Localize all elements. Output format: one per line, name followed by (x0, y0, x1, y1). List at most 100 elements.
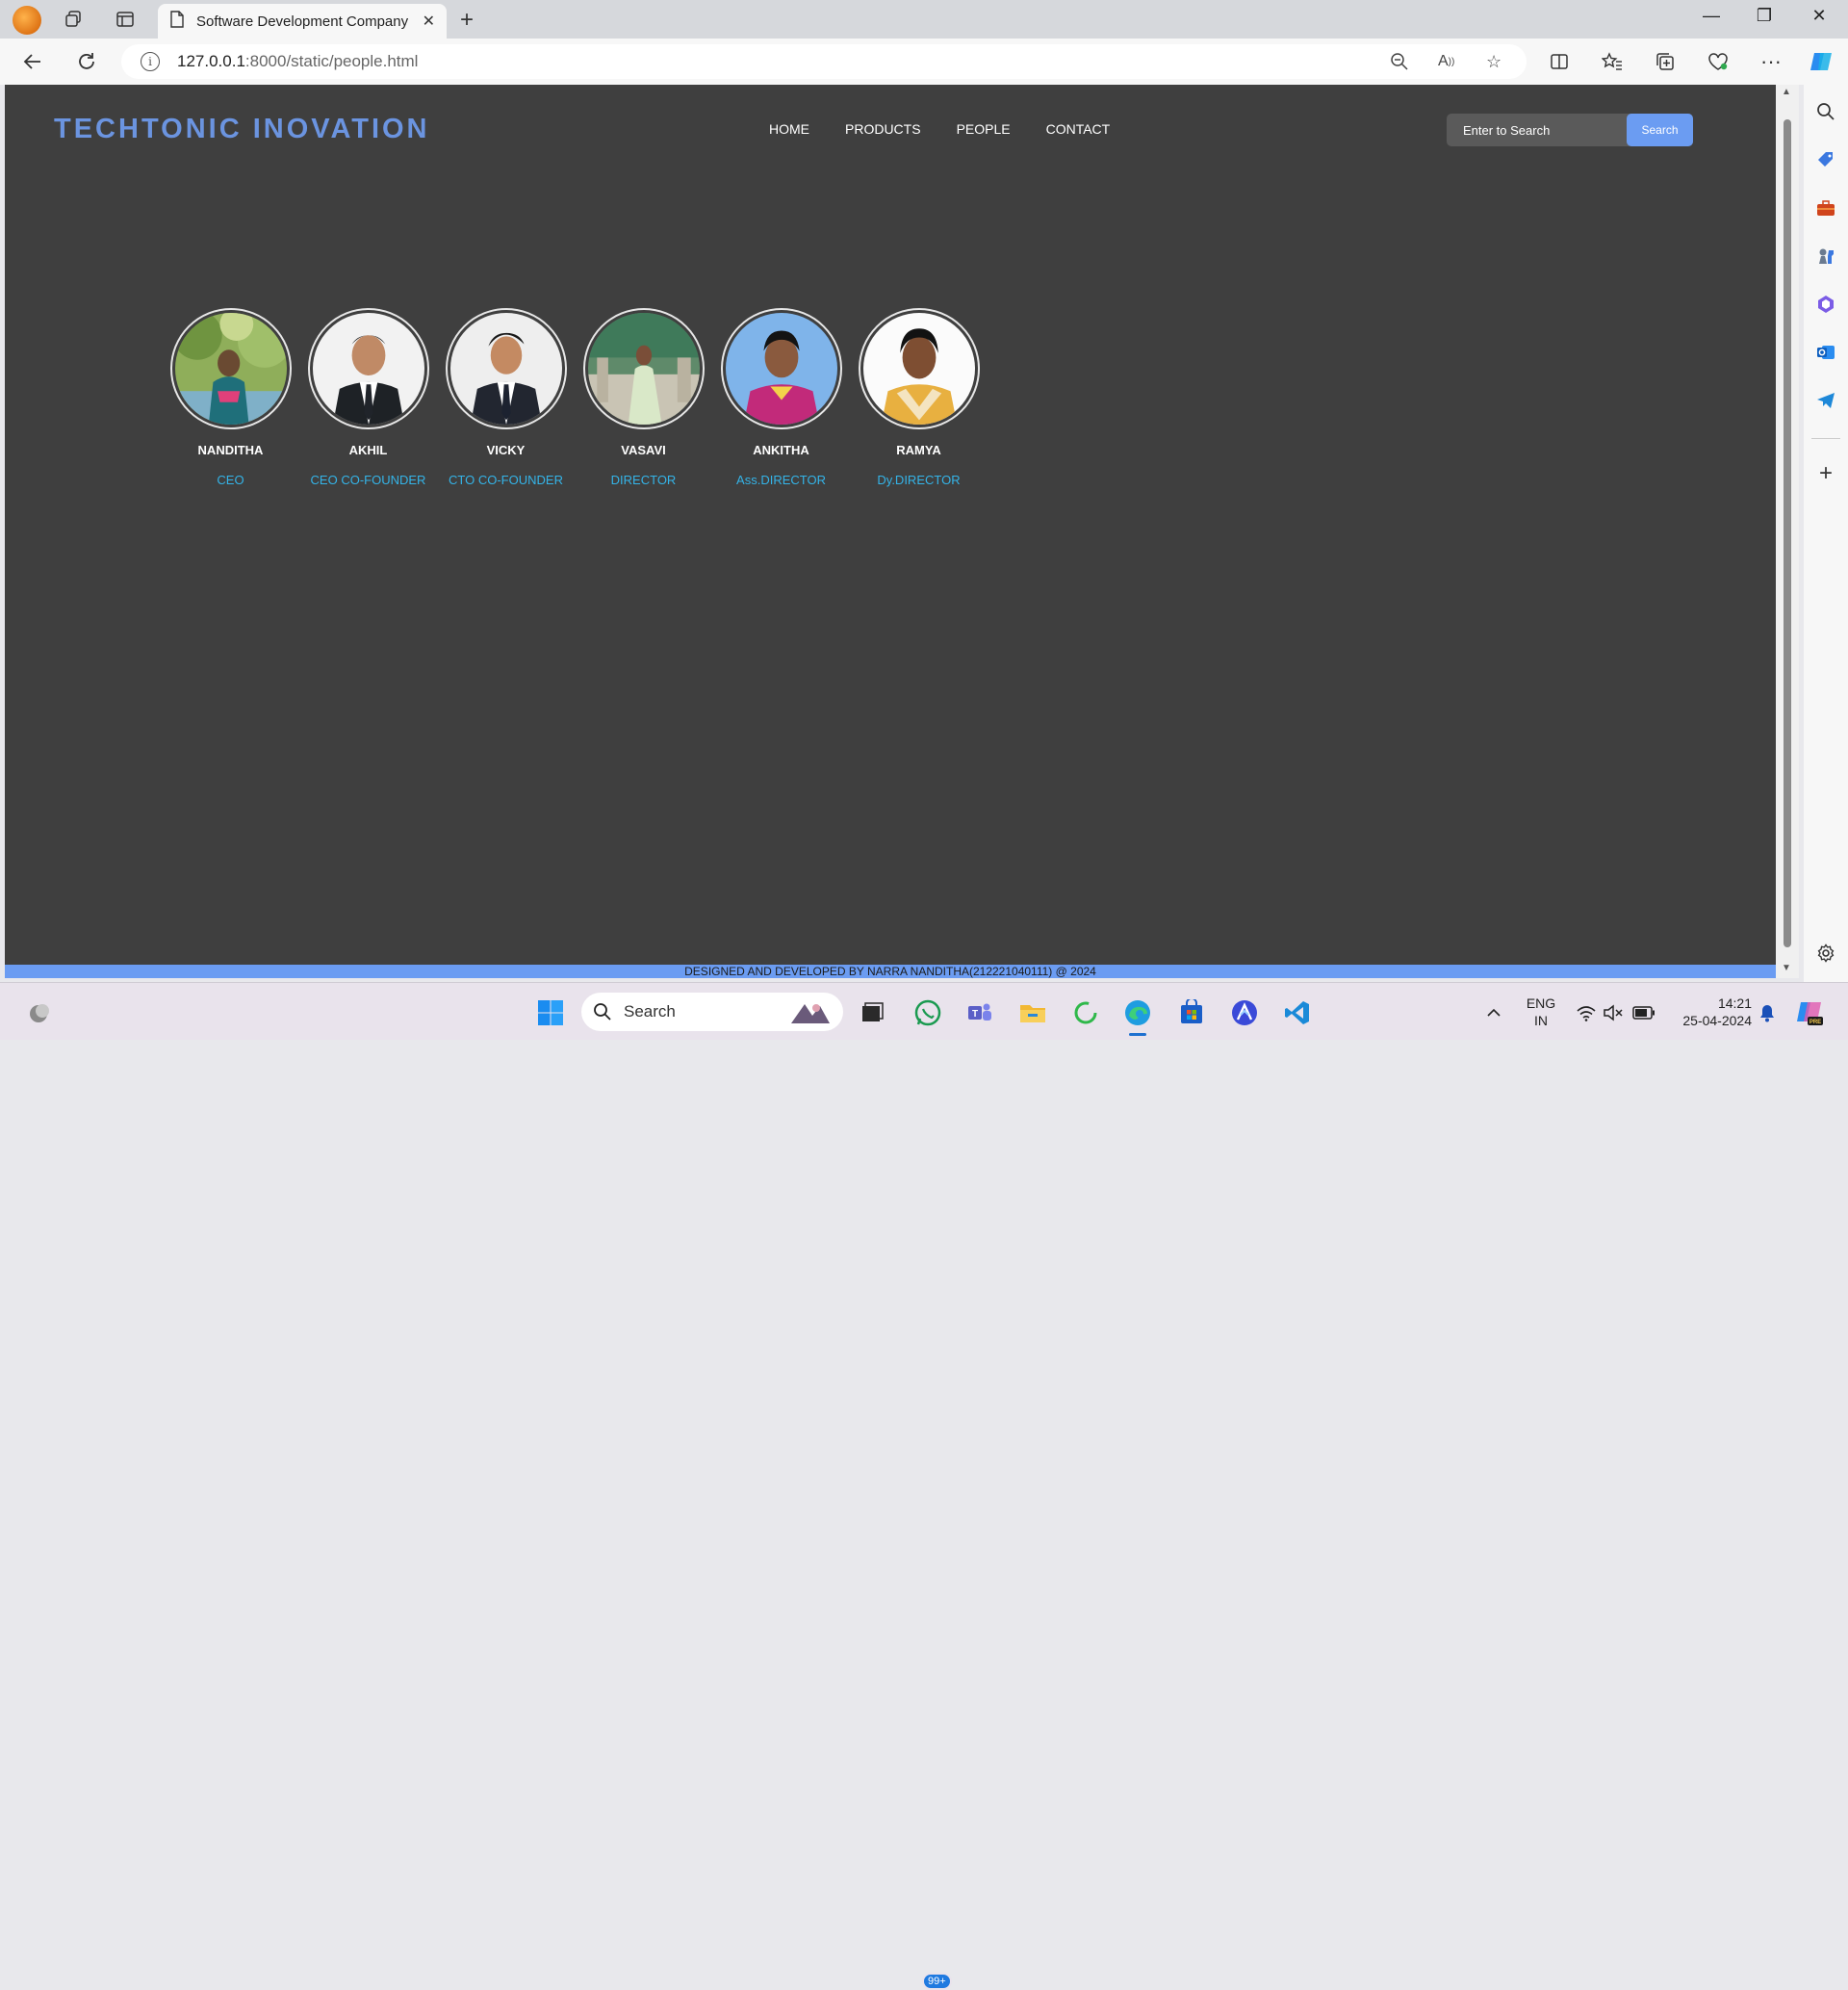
file-explorer-icon[interactable] (1017, 997, 1048, 1028)
clock-date: 25-04-2024 (1682, 1013, 1752, 1028)
page-scrollbar[interactable]: ▲ ▼ (1776, 85, 1799, 978)
zoom-icon[interactable] (1390, 44, 1409, 79)
person-name: RAMYA (896, 443, 941, 457)
send-telegram-icon[interactable] (1814, 389, 1837, 412)
search-button[interactable]: Search (1627, 114, 1693, 146)
nav-home[interactable]: HOME (769, 121, 809, 137)
teams-icon[interactable]: T (964, 997, 995, 1028)
address-bar[interactable]: i 127.0.0.1:8000/static/people.html A)) … (121, 44, 1527, 79)
favorite-star-icon[interactable]: ☆ (1486, 44, 1502, 79)
edge-browser-icon[interactable] (1122, 997, 1153, 1028)
person-photo[interactable] (307, 308, 429, 429)
person-photo[interactable] (445, 308, 567, 429)
refresh-icon[interactable] (73, 48, 100, 75)
search-input[interactable] (1447, 122, 1625, 138)
clock[interactable]: 14:21 25-04-2024 (1665, 995, 1752, 1029)
show-hidden-icons-chevron[interactable] (1478, 997, 1509, 1028)
site-nav: HOME PRODUCTS PEOPLE CONTACT (769, 121, 1110, 137)
back-icon[interactable] (19, 48, 46, 75)
scroll-down-icon[interactable]: ▼ (1782, 963, 1791, 973)
profile-avatar-icon[interactable] (13, 6, 41, 35)
app-a-icon[interactable] (1229, 997, 1260, 1028)
add-icon[interactable]: + (1814, 460, 1837, 486)
language-code: ENG (1526, 995, 1556, 1011)
start-windows-icon[interactable] (535, 997, 566, 1028)
person-card: VICKY CTO CO-FOUNDER (444, 308, 568, 487)
search-icon (594, 1003, 611, 1021)
region-code: IN (1534, 1013, 1548, 1028)
minimize-icon[interactable]: — (1692, 6, 1731, 26)
person-name: AKHIL (348, 443, 388, 457)
notification-bell-icon[interactable] (1752, 997, 1783, 1028)
person-photo[interactable] (858, 308, 980, 429)
page-icon (169, 10, 185, 33)
more-menu-icon[interactable]: ··· (1758, 48, 1784, 75)
windows-taskbar: Search 99+ T ENG IN 14:21 25-04-2024 PRE (0, 982, 1848, 1990)
url-host: 127.0.0.1 (177, 52, 245, 70)
person-photo[interactable] (720, 308, 842, 429)
tools-briefcase-icon[interactable] (1814, 196, 1837, 220)
person-name: NANDITHA (197, 443, 264, 457)
person-photo[interactable] (169, 308, 292, 429)
workspaces-icon[interactable] (62, 8, 85, 31)
person-card: NANDITHA CEO (168, 308, 293, 487)
taskbar-search[interactable]: Search (581, 993, 843, 1031)
page-viewport: TECHTONIC INOVATION HOME PRODUCTS PEOPLE… (5, 85, 1776, 978)
battery-icon[interactable] (1629, 997, 1659, 1028)
collections-icon[interactable] (1652, 48, 1679, 75)
input-language[interactable]: ENG IN (1521, 995, 1561, 1029)
people-list: NANDITHA CEO AKHIL CEO CO-FOUNDER VICKY … (168, 308, 981, 487)
whatsapp-icon[interactable] (912, 997, 943, 1028)
active-tab[interactable]: Software Development Company ✕ (158, 4, 447, 39)
copilot-preview-icon[interactable]: PRE (1794, 997, 1825, 1028)
copilot-icon[interactable] (1808, 48, 1835, 75)
restore-icon[interactable]: ❐ (1745, 6, 1784, 26)
active-app-indicator (1129, 1033, 1146, 1036)
scrollbar-thumb[interactable] (1784, 119, 1791, 947)
person-role: CEO CO-FOUNDER (310, 473, 426, 487)
weather-widget-icon[interactable] (24, 997, 55, 1028)
person-role: DIRECTOR (610, 473, 677, 487)
svg-text:PRE: PRE (1810, 1020, 1821, 1025)
read-aloud-icon[interactable]: A)) (1438, 44, 1454, 79)
games-chess-icon[interactable] (1814, 245, 1837, 268)
svg-text:T: T (972, 1009, 978, 1020)
url-path: :8000/static/people.html (244, 52, 419, 70)
task-view-icon[interactable] (857, 997, 887, 1028)
person-role: CTO CO-FOUNDER (449, 473, 563, 487)
url-text[interactable]: 127.0.0.1:8000/static/people.html (177, 52, 418, 71)
settings-gear-icon[interactable] (1814, 942, 1837, 965)
sidebar-divider (1811, 438, 1840, 439)
microsoft-365-icon[interactable] (1814, 293, 1837, 316)
scroll-up-icon[interactable]: ▲ (1782, 87, 1791, 97)
person-role: CEO (217, 473, 244, 487)
person-card: AKHIL CEO CO-FOUNDER (306, 308, 430, 487)
new-tab-icon[interactable]: + (460, 7, 474, 34)
volume-muted-icon[interactable] (1598, 997, 1629, 1028)
browser-tab-strip: Software Development Company ✕ + — ❐ ✕ (0, 0, 1848, 39)
close-window-icon[interactable]: ✕ (1800, 6, 1838, 26)
vscode-icon[interactable] (1282, 997, 1313, 1028)
edge-sidebar: + (1804, 85, 1848, 982)
site-header: TECHTONIC INOVATION HOME PRODUCTS PEOPLE… (5, 85, 1776, 171)
tab-close-icon[interactable]: ✕ (423, 12, 435, 31)
person-card: RAMYA Dy.DIRECTOR (857, 308, 981, 487)
shopping-tag-icon[interactable] (1814, 148, 1837, 171)
nav-products[interactable]: PRODUCTS (845, 121, 921, 137)
person-card: VASAVI DIRECTOR (581, 308, 706, 487)
vertical-tabs-icon[interactable] (114, 8, 137, 31)
site-brand[interactable]: TECHTONIC INOVATION (54, 114, 430, 145)
microsoft-store-icon[interactable] (1176, 997, 1207, 1028)
site-info-icon[interactable]: i (141, 52, 160, 71)
search-icon[interactable] (1814, 100, 1837, 123)
outlook-icon[interactable] (1814, 341, 1837, 364)
sync-circle-icon[interactable] (1070, 997, 1101, 1028)
person-photo[interactable] (582, 308, 705, 429)
nav-people[interactable]: PEOPLE (957, 121, 1011, 137)
split-screen-icon[interactable] (1546, 48, 1573, 75)
person-name: VICKY (486, 443, 526, 457)
favorites-icon[interactable] (1599, 48, 1626, 75)
nav-contact[interactable]: CONTACT (1046, 121, 1111, 137)
person-role: Dy.DIRECTOR (877, 473, 961, 487)
browser-essentials-icon[interactable] (1705, 48, 1732, 75)
